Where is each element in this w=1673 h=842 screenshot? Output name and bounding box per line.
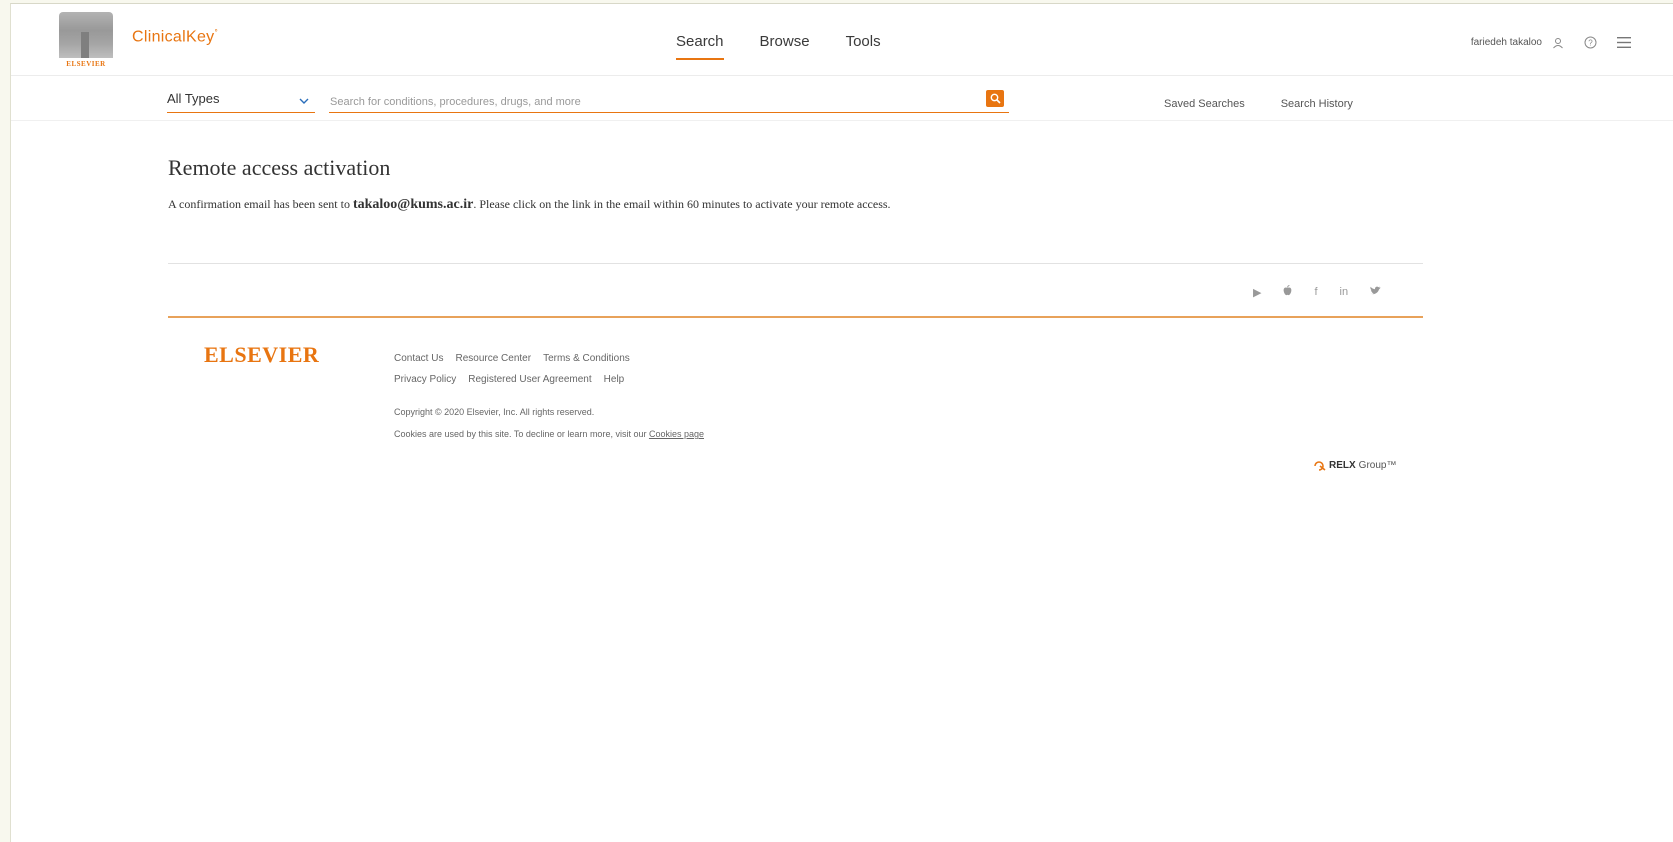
registered-user-agreement-link[interactable]: Registered User Agreement [468, 369, 591, 390]
search-input[interactable] [329, 91, 1009, 113]
main-nav: Search Browse Tools [676, 33, 881, 60]
elsevier-logo[interactable]: ELSEVIER [56, 12, 116, 70]
page: ELSEVIER ClinicalKey° Search Browse Tool… [10, 3, 1673, 842]
footer-accent-line [168, 316, 1423, 318]
search-button[interactable] [986, 90, 1004, 107]
nav-search[interactable]: Search [676, 33, 724, 60]
play-icon[interactable]: ▶ [1253, 286, 1261, 299]
linkedin-icon[interactable]: in [1340, 286, 1349, 298]
search-icon [990, 93, 1001, 104]
user-name[interactable]: fariedeh takaloo [1471, 37, 1542, 48]
message-after: . Please click on the link in the email … [473, 197, 891, 211]
footer-divider [168, 263, 1423, 264]
search-history-link[interactable]: Search History [1281, 98, 1353, 110]
brand-label: ClinicalKey [132, 28, 215, 46]
apple-icon[interactable] [1283, 284, 1292, 299]
nav-tools[interactable]: Tools [846, 33, 881, 60]
relx-rest-text: Group™ [1358, 460, 1397, 471]
brand-name[interactable]: ClinicalKey° [132, 28, 218, 46]
help-link[interactable]: Help [604, 369, 625, 390]
copyright-text: Copyright © 2020 Elsevier, Inc. All righ… [394, 407, 595, 417]
footer-links-row-1: Contact Us Resource Center Terms & Condi… [394, 348, 630, 369]
email-address: takaloo@kums.ac.ir [352, 197, 474, 212]
contact-us-link[interactable]: Contact Us [394, 348, 443, 369]
social-links: ▶ f in [1253, 284, 1381, 299]
menu-icon[interactable] [1617, 37, 1631, 48]
top-header: ELSEVIER ClinicalKey° Search Browse Tool… [11, 4, 1673, 76]
logo-wordmark: ELSEVIER [66, 60, 106, 68]
relx-logo[interactable]: RELX Group™ [1314, 460, 1396, 471]
twitter-icon[interactable] [1370, 286, 1381, 298]
help-icon[interactable]: ? [1584, 36, 1597, 49]
facebook-icon[interactable]: f [1314, 286, 1317, 298]
search-bar-row: All Types Saved Searches Search History [11, 76, 1673, 121]
chevron-down-icon [299, 93, 309, 108]
elsevier-wordmark[interactable]: ELSEVIER [204, 342, 319, 368]
saved-searches-link[interactable]: Saved Searches [1164, 98, 1245, 110]
type-select[interactable]: All Types [167, 91, 315, 113]
privacy-policy-link[interactable]: Privacy Policy [394, 369, 456, 390]
resource-center-link[interactable]: Resource Center [455, 348, 531, 369]
brand-mark: ° [214, 28, 218, 37]
relx-icon [1314, 460, 1326, 471]
cookies-notice: Cookies are used by this site. To declin… [394, 429, 704, 439]
svg-text:?: ? [1588, 39, 1593, 48]
cookies-page-link[interactable]: Cookies page [649, 429, 704, 439]
terms-conditions-link[interactable]: Terms & Conditions [543, 348, 630, 369]
tree-logo-icon [59, 12, 113, 58]
page-title: Remote access activation [168, 155, 391, 180]
search-links: Saved Searches Search History [1164, 98, 1353, 110]
footer-links-row-2: Privacy Policy Registered User Agreement… [394, 369, 630, 390]
user-icon[interactable] [1552, 37, 1564, 49]
footer-links: Contact Us Resource Center Terms & Condi… [394, 348, 630, 390]
confirmation-message: A confirmation email has been sent to ta… [168, 197, 891, 213]
cookies-text: Cookies are used by this site. To declin… [394, 429, 649, 439]
relx-bold-text: RELX [1329, 460, 1356, 471]
user-area: fariedeh takaloo ? [1471, 36, 1631, 49]
nav-browse[interactable]: Browse [760, 33, 810, 60]
message-before: A confirmation email has been sent to [168, 197, 353, 211]
type-select-value: All Types [167, 91, 220, 106]
